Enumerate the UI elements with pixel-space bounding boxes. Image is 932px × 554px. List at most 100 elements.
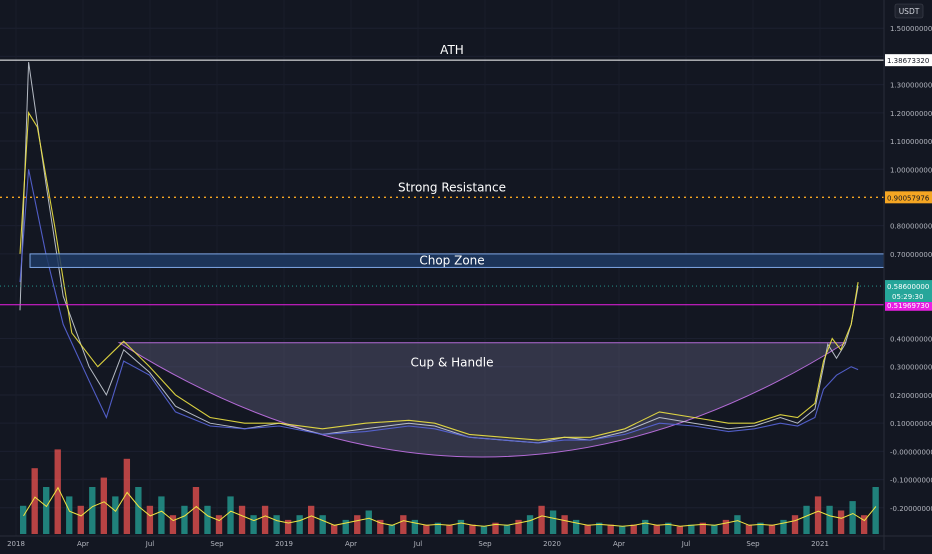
volume-bar xyxy=(100,477,107,534)
price-tag-label: 0.51969730 xyxy=(887,302,929,310)
volume-bar xyxy=(331,524,338,534)
y-tick-label: 0.70000000 xyxy=(890,251,932,259)
volume-bar xyxy=(89,487,96,534)
y-tick-label: 0.80000000 xyxy=(890,223,932,231)
volume-bar xyxy=(814,496,822,534)
volume-bar xyxy=(503,524,511,534)
y-tick-label: -0.10000000 xyxy=(890,477,932,485)
cup-handle-label: Cup & Handle xyxy=(411,356,494,370)
x-tick-label: Jul xyxy=(145,540,155,548)
volume-bar xyxy=(77,505,84,534)
volume-bar xyxy=(849,501,856,534)
volume-bar xyxy=(791,515,799,534)
volume-bar xyxy=(734,515,741,534)
volume-bar xyxy=(388,524,395,534)
volume-bar xyxy=(837,510,845,534)
volume-bar xyxy=(549,510,557,534)
currency-badge[interactable]: USDT xyxy=(894,3,924,19)
y-tick-label: 0.30000000 xyxy=(890,364,932,372)
volume-bar xyxy=(469,524,476,534)
volume-bar xyxy=(688,524,695,534)
x-tick-label: Sep xyxy=(210,540,224,548)
volume-bar xyxy=(192,487,200,534)
volume-bar xyxy=(630,524,637,534)
volume-bar xyxy=(676,526,683,534)
y-tick-label: 1.30000000 xyxy=(890,82,932,90)
volume-bar xyxy=(342,519,349,534)
volume-bar xyxy=(365,510,372,534)
level-label: ATH xyxy=(440,43,464,57)
volume-bar xyxy=(20,505,27,534)
x-tick-label: Apr xyxy=(345,540,357,548)
volume-bar xyxy=(238,505,246,534)
x-tick-label: 2021 xyxy=(811,540,829,548)
volume-bar xyxy=(423,524,430,534)
y-tick-label: 0.40000000 xyxy=(890,336,932,344)
price-tag-label: 1.38673320 xyxy=(887,57,929,65)
volume-bar xyxy=(308,505,315,534)
volume-bar xyxy=(296,515,303,534)
price-tag-label: 0.90057976 xyxy=(887,194,930,202)
volume-bar xyxy=(480,526,488,534)
volume-bar xyxy=(146,505,154,534)
volume-bar xyxy=(446,524,453,534)
x-tick-label: Jul xyxy=(413,540,423,548)
chop-zone-label: Chop Zone xyxy=(419,254,484,268)
y-tick-label: 0.10000000 xyxy=(890,420,932,428)
volume-bar xyxy=(780,519,787,534)
volume-bar xyxy=(181,505,188,534)
x-tick-label: Sep xyxy=(478,540,492,548)
x-tick-label: Apr xyxy=(77,540,89,548)
volume-bar xyxy=(642,519,649,534)
volume-bar xyxy=(319,515,326,534)
x-tick-label: Jul xyxy=(681,540,691,548)
countdown-label: 05:29:30 xyxy=(892,293,923,301)
y-tick-label: 1.50000000 xyxy=(890,25,932,33)
x-tick-label: 2018 xyxy=(7,540,25,548)
x-tick-label: 2019 xyxy=(275,540,293,548)
volume-bar xyxy=(722,519,730,534)
currency-label: USDT xyxy=(899,7,920,16)
volume-bar xyxy=(261,505,269,534)
volume-bar xyxy=(158,496,165,534)
x-tick-label: 2020 xyxy=(543,540,561,548)
volume-bar xyxy=(215,515,223,534)
volume-bar xyxy=(227,496,234,534)
price-axis[interactable]: 1.41.500000001.300000001.200000001.10000… xyxy=(883,0,932,550)
volume-bar xyxy=(711,524,718,534)
volume-bar xyxy=(273,515,280,534)
volume-bar xyxy=(250,515,257,534)
volume-bar xyxy=(400,515,407,534)
volume-bar xyxy=(561,515,568,534)
y-tick-label: 1.20000000 xyxy=(890,110,932,118)
chart-window: ATH Strong Resistance Chop Zone Cup & Handl… xyxy=(0,0,932,550)
volume-bar xyxy=(653,524,660,534)
chart-background xyxy=(0,0,932,550)
x-tick-label: Apr xyxy=(613,540,625,548)
y-tick-label: -0.20000000 xyxy=(890,505,932,513)
volume-bar xyxy=(66,496,73,534)
volume-bar xyxy=(584,524,591,534)
volume-bar xyxy=(768,524,776,534)
volume-bar xyxy=(619,526,626,534)
volume-bar xyxy=(745,524,753,534)
volume-bar xyxy=(457,519,465,534)
y-tick-label: 1.00000000 xyxy=(890,166,932,174)
volume-bar xyxy=(43,487,50,534)
volume-bar xyxy=(803,505,810,534)
volume-bar xyxy=(354,515,361,534)
volume-bar xyxy=(204,505,211,534)
last-price-label: 0.58600000 xyxy=(887,283,929,291)
y-tick-label: -0.00000000 xyxy=(890,448,932,456)
volume-bar xyxy=(515,519,522,534)
y-tick-label: 0.20000000 xyxy=(890,392,932,400)
price-chart[interactable]: ATH Strong Resistance Chop Zone Cup & Handl… xyxy=(0,0,932,550)
volume-bar xyxy=(826,505,833,534)
volume-bar xyxy=(112,496,119,534)
x-tick-label: Sep xyxy=(746,540,760,548)
volume-bar xyxy=(135,487,142,534)
volume-bar xyxy=(607,524,614,534)
volume-bar xyxy=(538,505,545,534)
volume-bar xyxy=(526,515,534,534)
volume-bar xyxy=(872,487,879,534)
